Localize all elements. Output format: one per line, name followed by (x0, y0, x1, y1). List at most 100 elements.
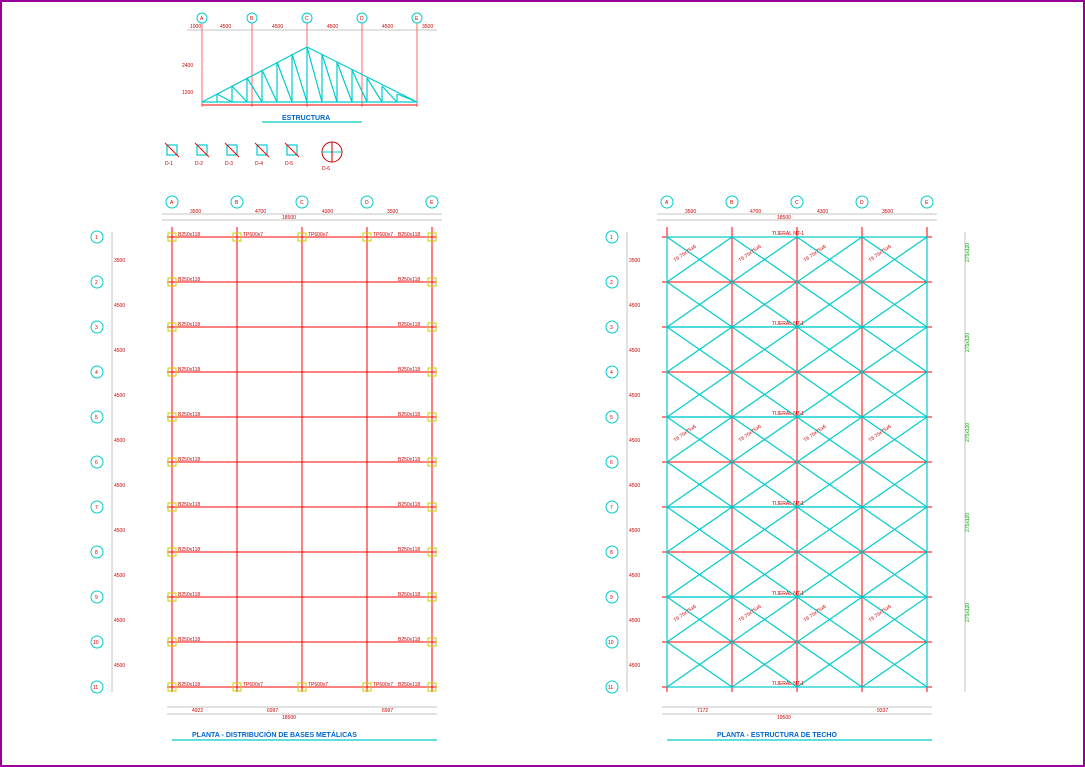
svg-text:275x120: 275x120 (965, 333, 971, 352)
truss-title: ESTRUCTURA (282, 115, 330, 122)
svg-text:3500: 3500 (422, 24, 433, 30)
svg-text:6997: 6997 (267, 708, 278, 714)
svg-text:T6 75x75x6: T6 75x75x6 (803, 604, 828, 624)
svg-text:9: 9 (95, 595, 98, 601)
svg-text:D-5: D-5 (285, 161, 293, 167)
svg-text:B250x118: B250x118 (178, 322, 200, 328)
svg-text:TP600x7: TP600x7 (373, 682, 393, 688)
svg-text:4500: 4500 (629, 483, 640, 489)
svg-text:3500: 3500 (190, 209, 201, 215)
svg-text:D: D (360, 16, 364, 22)
svg-text:4500: 4500 (114, 393, 125, 399)
svg-text:8: 8 (610, 550, 613, 556)
svg-text:B250x118: B250x118 (178, 367, 200, 373)
plan-right-title: PLANTA - ESTRUCTURA DE TECHO (717, 732, 837, 739)
svg-text:T6 75x75x6: T6 75x75x6 (738, 604, 763, 624)
svg-text:TP600x7: TP600x7 (308, 682, 328, 688)
svg-text:4500: 4500 (272, 24, 283, 30)
plan-right: A B C D E 3500 4700 18500 4300 3500 1 2 … (597, 192, 1027, 752)
svg-text:B250x118: B250x118 (178, 232, 200, 238)
svg-text:T6 75x75x6: T6 75x75x6 (803, 424, 828, 444)
svg-text:7: 7 (95, 505, 98, 511)
svg-text:B250x118: B250x118 (398, 637, 420, 643)
svg-text:3500: 3500 (685, 209, 696, 215)
svg-text:B250x118: B250x118 (178, 682, 200, 688)
svg-text:B250x118: B250x118 (178, 502, 200, 508)
svg-text:4500: 4500 (114, 348, 125, 354)
svg-text:B250x118: B250x118 (178, 592, 200, 598)
svg-text:B250x118: B250x118 (398, 592, 420, 598)
svg-text:D-3: D-3 (225, 161, 233, 167)
svg-text:4922: 4922 (192, 708, 203, 714)
svg-text:TIJERAL NT-1: TIJERAL NT-1 (772, 501, 804, 507)
svg-text:4500: 4500 (114, 663, 125, 669)
svg-text:4500: 4500 (114, 483, 125, 489)
svg-text:3500: 3500 (114, 258, 125, 264)
svg-text:19500: 19500 (777, 715, 791, 721)
svg-text:2400: 2400 (182, 63, 193, 69)
svg-text:4500: 4500 (629, 618, 640, 624)
svg-text:18500: 18500 (777, 215, 791, 221)
svg-text:TP600x7: TP600x7 (308, 232, 328, 238)
svg-text:TP600x7: TP600x7 (243, 682, 263, 688)
svg-text:11: 11 (93, 685, 98, 691)
svg-text:B250x118: B250x118 (178, 457, 200, 463)
svg-text:C: C (795, 200, 799, 206)
truss-elevation: A B C D E 1000 4500 4500 4500 4500 3500 … (182, 12, 462, 127)
svg-text:4500: 4500 (629, 663, 640, 669)
svg-text:4700: 4700 (255, 209, 266, 215)
svg-text:4500: 4500 (629, 438, 640, 444)
svg-text:4300: 4300 (322, 209, 333, 215)
svg-text:B250x118: B250x118 (398, 322, 420, 328)
svg-text:18500: 18500 (282, 715, 296, 721)
svg-text:7: 7 (610, 505, 613, 511)
svg-text:TIJERAL NT-1: TIJERAL NT-1 (772, 231, 804, 237)
svg-text:B250x118: B250x118 (178, 637, 200, 643)
svg-text:4300: 4300 (817, 209, 828, 215)
svg-text:B250x118: B250x118 (398, 682, 420, 688)
svg-text:B250x118: B250x118 (178, 277, 200, 283)
svg-text:B250x118: B250x118 (398, 367, 420, 373)
svg-text:D: D (365, 200, 369, 206)
left-grid-numbers: 1 2 3 4 5 6 7 8 9 10 11 (91, 231, 103, 693)
svg-text:4500: 4500 (114, 528, 125, 534)
svg-text:3500: 3500 (629, 258, 640, 264)
svg-text:T6 75x75x6: T6 75x75x6 (868, 604, 893, 624)
svg-text:6997: 6997 (382, 708, 393, 714)
svg-text:3500: 3500 (882, 209, 893, 215)
svg-text:275x120: 275x120 (965, 603, 971, 622)
svg-text:T6 75x75x6: T6 75x75x6 (673, 604, 698, 624)
svg-text:C: C (300, 200, 304, 206)
base-labels: B250x118 TP600x7 TP600x7 TP600x7 B250x118 B2… (178, 232, 420, 688)
svg-text:4: 4 (95, 370, 98, 376)
svg-text:10: 10 (93, 640, 99, 646)
svg-text:4500: 4500 (629, 393, 640, 399)
svg-text:B250x118: B250x118 (178, 547, 200, 553)
svg-text:275x120: 275x120 (965, 243, 971, 262)
svg-text:B250x118: B250x118 (398, 502, 420, 508)
svg-text:T6 75x75x6: T6 75x75x6 (868, 424, 893, 444)
svg-text:9337: 9337 (877, 708, 888, 714)
svg-text:4500: 4500 (114, 618, 125, 624)
svg-text:3: 3 (610, 325, 613, 331)
svg-text:4500: 4500 (382, 24, 393, 30)
svg-text:B250x118: B250x118 (178, 412, 200, 418)
svg-text:8: 8 (95, 550, 98, 556)
svg-text:TIJERAL NT-1: TIJERAL NT-1 (772, 681, 804, 687)
svg-text:4500: 4500 (629, 348, 640, 354)
plan-left-title: PLANTA - DISTRIBUCIÓN DE BASES METÁLICAS (192, 730, 357, 739)
svg-text:D: D (860, 200, 864, 206)
svg-text:1200: 1200 (182, 90, 193, 96)
svg-text:B250x118: B250x118 (398, 232, 420, 238)
svg-text:4500: 4500 (114, 303, 125, 309)
svg-text:10: 10 (608, 640, 614, 646)
svg-text:4500: 4500 (220, 24, 231, 30)
svg-text:C: C (305, 16, 309, 22)
svg-text:T6 75x75x6: T6 75x75x6 (803, 244, 828, 264)
tijeral-labels: TIJERAL NT-1 TIJERAL NT-1 TIJERAL NT-1 T… (772, 231, 804, 687)
svg-text:9: 9 (610, 595, 613, 601)
svg-text:6: 6 (95, 460, 98, 466)
svg-text:5: 5 (95, 415, 98, 421)
svg-text:TIJERAL NT-1: TIJERAL NT-1 (772, 411, 804, 417)
svg-text:T6 75x75x6: T6 75x75x6 (738, 424, 763, 444)
